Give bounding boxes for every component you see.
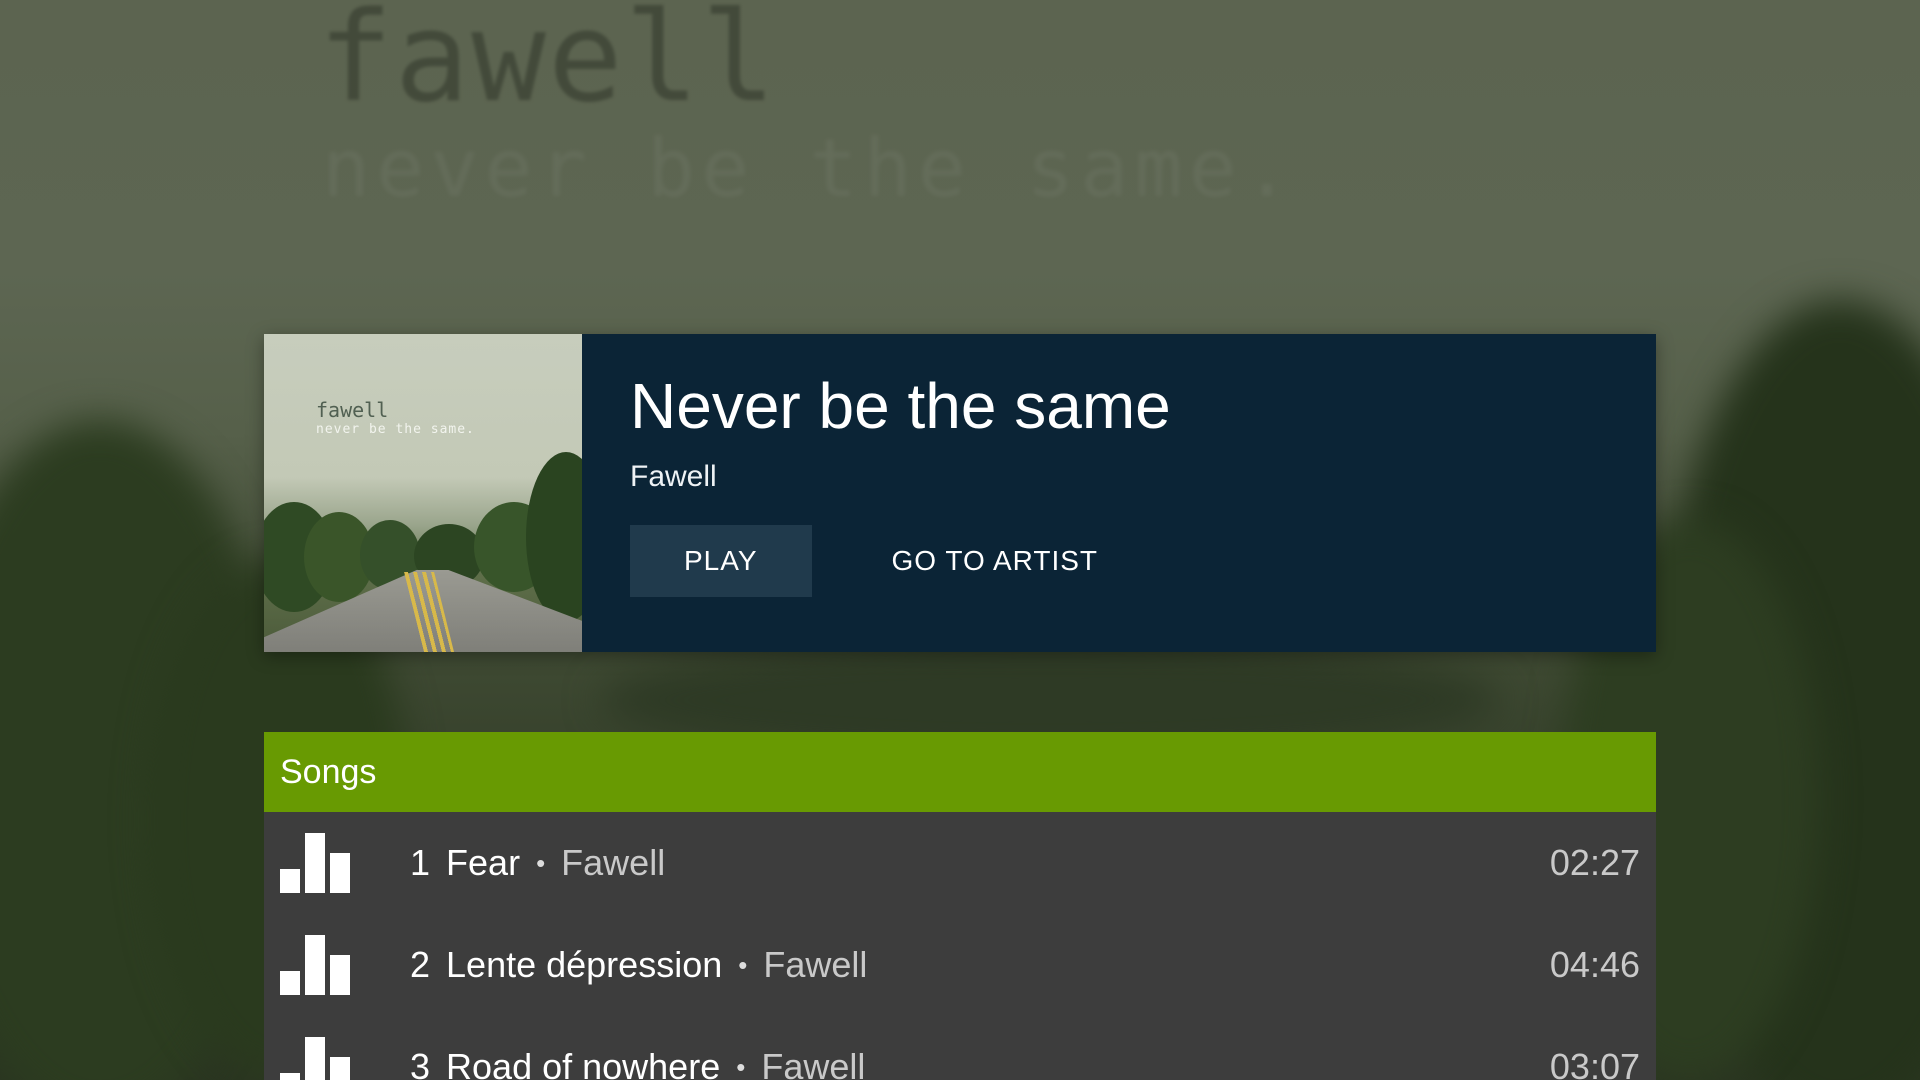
separator-dot: • xyxy=(738,949,748,980)
cover-tree xyxy=(526,452,582,622)
album-info: Never be the same Fawell PLAY GO TO ARTI… xyxy=(582,334,1171,652)
song-row[interactable]: 1 Fear • Fawell 02:27 xyxy=(264,812,1656,914)
song-number: 1 xyxy=(410,842,431,883)
song-info: 2 Lente dépression • Fawell xyxy=(410,944,867,986)
song-title: Fear xyxy=(446,842,521,883)
song-duration: 04:46 xyxy=(1549,944,1640,985)
background-album-subtitle: never be the same. xyxy=(322,122,1297,215)
song-duration: 02:27 xyxy=(1549,842,1640,883)
song-number: 2 xyxy=(410,944,431,985)
play-button[interactable]: PLAY xyxy=(630,524,812,597)
song-artist: Fawell xyxy=(761,1046,866,1080)
album-details-screen: fawell never be the same. fawell never b… xyxy=(0,0,1920,1080)
cover-album-subtitle: never be the same. xyxy=(316,422,475,437)
separator-dot: • xyxy=(536,847,546,878)
song-info: 1 Fear • Fawell xyxy=(410,842,665,884)
go-to-artist-button[interactable]: GO TO ARTIST xyxy=(838,525,1153,597)
songs-panel: Songs 1 Fear • Fawell 02:27 2 Lente dépr… xyxy=(264,732,1656,1080)
song-number: 3 xyxy=(410,1046,431,1080)
song-title: Road of nowhere xyxy=(446,1046,721,1080)
equalizer-icon xyxy=(280,833,350,893)
songs-header: Songs xyxy=(264,732,1656,812)
background-album-title: fawell xyxy=(318,0,778,130)
equalizer-icon xyxy=(280,1037,350,1080)
cover-album-title: fawell xyxy=(316,398,389,422)
separator-dot: • xyxy=(736,1051,746,1080)
album-cover: fawell never be the same. xyxy=(264,334,582,652)
album-header-card: fawell never be the same. Never be the s… xyxy=(264,334,1656,652)
album-artist: Fawell xyxy=(630,459,717,493)
album-actions: PLAY GO TO ARTIST xyxy=(630,524,1171,597)
song-artist: Fawell xyxy=(763,944,868,985)
album-title: Never be the same xyxy=(630,370,1171,442)
song-artist: Fawell xyxy=(561,842,666,883)
song-row[interactable]: 2 Lente dépression • Fawell 04:46 xyxy=(264,914,1656,1016)
song-title: Lente dépression xyxy=(446,944,723,985)
song-info: 3 Road of nowhere • Fawell xyxy=(410,1046,865,1080)
equalizer-icon xyxy=(280,935,350,995)
song-duration: 03:07 xyxy=(1549,1046,1640,1080)
song-row[interactable]: 3 Road of nowhere • Fawell 03:07 xyxy=(264,1016,1656,1080)
